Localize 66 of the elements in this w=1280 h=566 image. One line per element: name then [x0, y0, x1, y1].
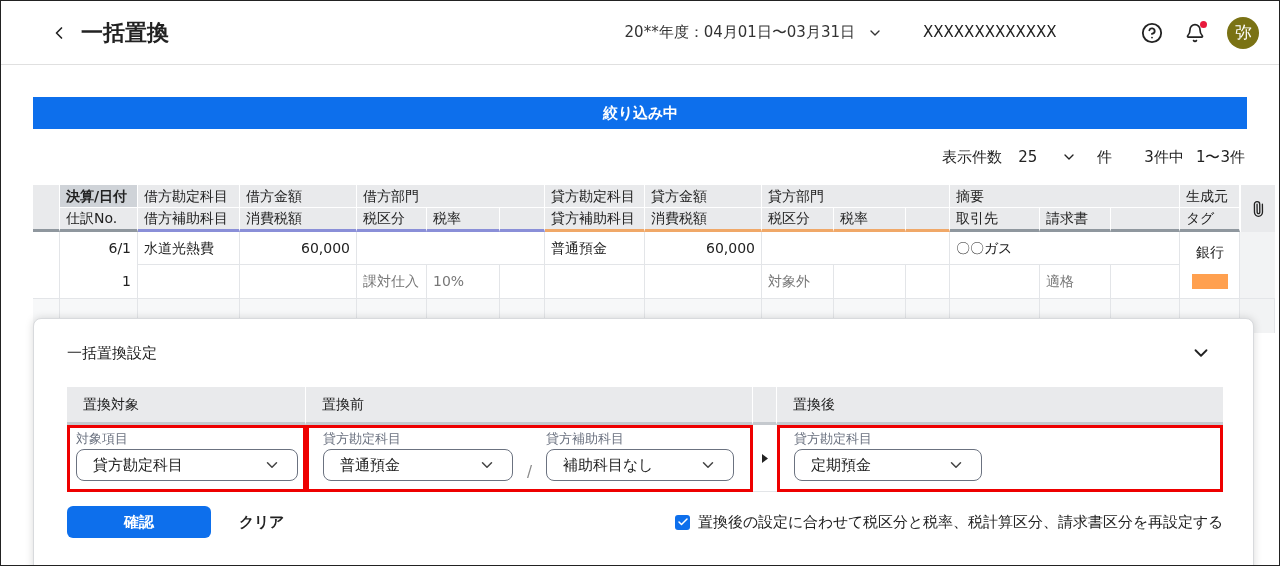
user-avatar[interactable]: 弥	[1227, 16, 1259, 49]
company-name: XXXXXXXXXXXXX	[923, 22, 1058, 44]
column-header: 貸方補助科目	[551, 209, 635, 228]
table-cell-text: 普通預金	[551, 238, 607, 258]
table-cell-text: 対象外	[768, 272, 810, 291]
column-header: 決算/日付	[66, 186, 128, 206]
field-label: 貸方勘定科目	[794, 431, 873, 447]
amount-cell-text: 60,000	[706, 238, 755, 258]
clear-button[interactable]: クリア	[235, 510, 288, 534]
help-icon	[1141, 21, 1163, 44]
table-cell-text: 10%	[433, 272, 465, 291]
column-header: 置換後	[793, 395, 835, 414]
result-total: 3件中	[1144, 146, 1184, 168]
dropdown[interactable]: 貸方勘定科目	[76, 449, 298, 481]
column-header: 税区分	[768, 209, 810, 228]
table-cell-text: 課対仕入	[363, 272, 419, 291]
column-header: 借方勘定科目	[144, 186, 228, 206]
separator: /	[527, 462, 533, 483]
table-cell-text: 水道光熱費	[144, 238, 214, 258]
column-header: タグ	[1186, 209, 1214, 228]
column-header: 消費税額	[651, 209, 707, 228]
checkbox[interactable]	[675, 514, 690, 530]
filter-banner: 絞り込み中	[33, 97, 1247, 129]
page-size-selector[interactable]: 25	[1018, 145, 1078, 169]
entry-number-cell-text: 1	[122, 272, 131, 291]
column-header: 置換対象	[83, 395, 139, 414]
column-header: 貸方金額	[651, 186, 707, 206]
column-header: 請求書	[1046, 209, 1088, 228]
column-header: 貸方部門	[768, 186, 824, 206]
column-header: 税区分	[363, 209, 405, 228]
field-label: 対象項目	[76, 431, 129, 447]
column-header: 税率	[433, 209, 461, 228]
table-cell-text: 適格	[1046, 272, 1074, 291]
column-header: 借方補助科目	[144, 209, 228, 228]
panel-title: 一括置換設定	[67, 342, 157, 364]
column-header: 消費税額	[246, 209, 302, 228]
column-header: 生成元	[1186, 186, 1228, 206]
checkbox-label: 置換後の設定に合わせて税区分と税率、税計算区分、請求書区分を再設定する	[698, 511, 1223, 533]
arrow-right-icon	[762, 453, 768, 463]
help-button[interactable]	[1141, 21, 1163, 44]
page-title: 一括置換	[81, 19, 169, 47]
field-label: 貸方補助科目	[546, 431, 626, 447]
result-range: 1〜3件	[1195, 146, 1245, 168]
column-header: 借方金額	[246, 186, 302, 206]
dropdown[interactable]: 普通預金	[323, 449, 513, 481]
check-icon	[676, 516, 689, 528]
confirm-button[interactable]: 確認	[67, 506, 211, 538]
bell-icon	[1185, 22, 1205, 43]
fiscal-period-selector[interactable]: 20**年度：04月01日〜03月31日	[624, 21, 883, 44]
date-cell-text: 6/1	[108, 239, 131, 258]
page-size-unit: 件	[1097, 146, 1113, 168]
column-header: 貸方勘定科目	[551, 186, 635, 206]
page-size-label: 表示件数	[942, 146, 1003, 168]
field-label: 貸方勘定科目	[323, 431, 402, 447]
column-header: 取引先	[956, 209, 998, 228]
column-header: 税率	[840, 209, 868, 228]
column-header: 仕訳No.	[66, 209, 118, 228]
source-label: 銀行	[1195, 242, 1224, 262]
dropdown[interactable]: 補助科目なし	[546, 449, 735, 481]
notification-button[interactable]	[1185, 22, 1205, 43]
column-header: 置換前	[322, 395, 364, 414]
amount-cell-text: 60,000	[301, 238, 350, 258]
table-cell-text: 〇〇ガス	[956, 238, 1012, 258]
dropdown[interactable]: 定期預金	[794, 449, 982, 481]
column-header: 借方部門	[363, 186, 419, 206]
column-header: 摘要	[956, 186, 984, 206]
